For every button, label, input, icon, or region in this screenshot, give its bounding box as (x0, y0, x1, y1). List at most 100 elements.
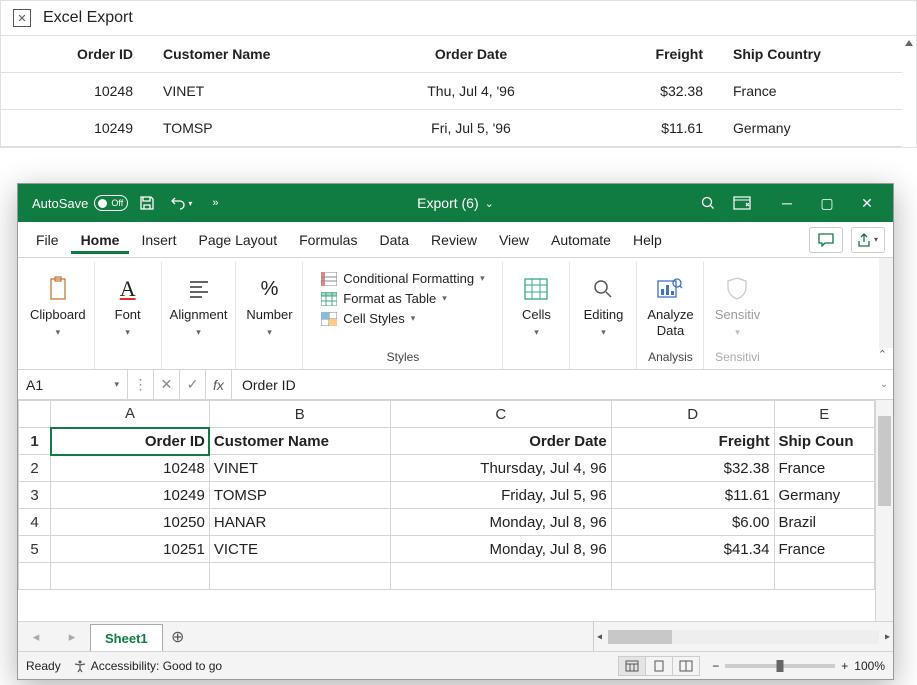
format-as-table-button[interactable]: Format as Table ▾ (321, 290, 484, 307)
zoom-level[interactable]: 100% (854, 659, 885, 673)
menu-insert[interactable]: Insert (131, 226, 186, 254)
titlebar[interactable]: AutoSave Off ▾ » Export (6) ⌄ ─ ▢ ✕ (18, 184, 893, 222)
zoom-out-button[interactable]: − (712, 659, 719, 673)
font-icon: A (114, 275, 142, 303)
table-icon (321, 292, 337, 306)
menu-view[interactable]: View (489, 226, 539, 254)
ribbon-scrollbar[interactable] (879, 258, 893, 348)
formula-bar: A1 ▾ ⋮ ✕ ✓ fx Order ID ⌄ (18, 370, 893, 400)
conditional-formatting-button[interactable]: Conditional Formatting ▾ (321, 270, 484, 287)
zoom-slider[interactable] (725, 664, 835, 668)
share-button[interactable]: ▾ (851, 227, 885, 253)
tab-prev-icon[interactable]: ◂ (18, 622, 54, 651)
font-button[interactable]: A Font ▾ (103, 275, 153, 338)
row-header[interactable]: 2 (19, 455, 51, 482)
cell-styles-icon (321, 312, 337, 326)
col-header-d[interactable]: D (611, 401, 774, 428)
vertical-scrollbar[interactable] (875, 400, 893, 621)
cell-d1[interactable]: Freight (611, 428, 774, 455)
spreadsheet[interactable]: A B C D E 1 Order ID Customer Name Order… (18, 400, 875, 590)
menu-page-layout[interactable]: Page Layout (188, 226, 287, 254)
col-header-c[interactable]: C (390, 401, 611, 428)
view-normal-button[interactable] (618, 656, 646, 676)
ribbon-mode-icon[interactable] (727, 188, 757, 218)
undo-icon[interactable]: ▾ (166, 188, 196, 218)
cell-c1[interactable]: Order Date (390, 428, 611, 455)
menu-help[interactable]: Help (623, 226, 672, 254)
cells-button[interactable]: Cells ▾ (511, 275, 561, 338)
row-header[interactable]: 3 (19, 482, 51, 509)
view-page-break-button[interactable] (672, 656, 700, 676)
clipboard-button[interactable]: Clipboard ▾ (30, 275, 86, 338)
comments-button[interactable] (809, 227, 843, 253)
accessibility-icon (73, 659, 87, 673)
fx-icon[interactable]: fx (206, 370, 232, 399)
col-header-b[interactable]: B (209, 401, 390, 428)
collapse-ribbon-icon[interactable]: ⌃ (874, 344, 891, 365)
cell-e1[interactable]: Ship Coun (774, 428, 875, 455)
analyze-icon (656, 275, 684, 303)
status-ready: Ready (26, 659, 61, 673)
editing-button[interactable]: Editing ▾ (578, 275, 628, 338)
cell-styles-button[interactable]: Cell Styles ▾ (321, 310, 484, 327)
search-icon[interactable] (693, 188, 723, 218)
row-header[interactable]: 4 (19, 509, 51, 536)
row-header-1[interactable]: 1 (19, 428, 51, 455)
col-header-e[interactable]: E (774, 401, 875, 428)
search-icon (589, 275, 617, 303)
grid-scrollbar[interactable] (902, 36, 916, 147)
cells-icon (522, 275, 550, 303)
col-order-id[interactable]: Order ID (1, 36, 151, 73)
analyze-data-button[interactable]: Analyze Data (645, 275, 695, 338)
panel-title: Excel Export (43, 9, 133, 27)
col-freight[interactable]: Freight (591, 36, 721, 73)
menubar: File Home Insert Page Layout Formulas Da… (18, 222, 893, 258)
fb-more-icon[interactable]: ⋮ (128, 370, 154, 399)
view-page-layout-button[interactable] (645, 656, 673, 676)
save-icon[interactable] (132, 188, 162, 218)
orders-grid: Order ID Customer Name Order Date Freigh… (1, 36, 916, 147)
excel-window: AutoSave Off ▾ » Export (6) ⌄ ─ ▢ ✕ File… (17, 183, 894, 680)
zoom-in-button[interactable]: + (841, 659, 848, 673)
cell-b1[interactable]: Customer Name (209, 428, 390, 455)
menu-formulas[interactable]: Formulas (289, 226, 367, 254)
menu-review[interactable]: Review (421, 226, 487, 254)
tab-next-icon[interactable]: ▸ (54, 622, 90, 651)
menu-home[interactable]: Home (71, 226, 130, 254)
zoom-control[interactable]: − + 100% (712, 659, 885, 673)
alignment-button[interactable]: Alignment ▾ (170, 275, 228, 338)
cancel-formula-icon[interactable]: ✕ (154, 370, 180, 399)
minimize-button[interactable]: ─ (767, 188, 807, 218)
horizontal-scrollbar[interactable]: ◂ ▸ (593, 622, 893, 651)
row-header[interactable]: 5 (19, 536, 51, 563)
add-sheet-button[interactable]: ⊕ (163, 622, 193, 651)
col-customer-name[interactable]: Customer Name (151, 36, 351, 73)
formula-input[interactable]: Order ID (232, 370, 875, 399)
chevron-down-icon: ▾ (114, 379, 119, 390)
conditional-formatting-icon (321, 272, 337, 286)
col-ship-country[interactable]: Ship Country (721, 36, 916, 73)
document-title[interactable]: Export (6) ⌄ (417, 195, 494, 211)
col-order-date[interactable]: Order Date (351, 36, 591, 73)
close-button[interactable]: ✕ (847, 188, 887, 218)
accessibility-status[interactable]: Accessibility: Good to go (73, 659, 222, 673)
cell-a1[interactable]: Order ID (51, 428, 210, 455)
expand-formula-bar-icon[interactable]: ⌄ (875, 370, 893, 399)
menu-file[interactable]: File (26, 226, 69, 254)
more-quick-access-icon[interactable]: » (200, 188, 230, 218)
close-panel-icon[interactable]: ✕ (13, 9, 31, 27)
grid-row[interactable]: 10249 TOMSP Fri, Jul 5, '96 $11.61 Germa… (1, 110, 916, 147)
maximize-button[interactable]: ▢ (807, 188, 847, 218)
sheet-tab-sheet1[interactable]: Sheet1 (90, 624, 163, 651)
number-button[interactable]: % Number ▾ (244, 275, 294, 338)
select-all-corner[interactable] (19, 401, 51, 428)
grid-row[interactable]: 10248 VINET Thu, Jul 4, '96 $32.38 Franc… (1, 73, 916, 110)
name-box[interactable]: A1 ▾ (18, 370, 128, 399)
menu-data[interactable]: Data (369, 226, 419, 254)
percent-icon: % (255, 275, 283, 303)
col-header-a[interactable]: A (51, 401, 210, 428)
enter-formula-icon[interactable]: ✓ (180, 370, 206, 399)
sensitivity-icon (723, 275, 751, 303)
autosave-toggle[interactable]: AutoSave Off (32, 195, 128, 211)
menu-automate[interactable]: Automate (541, 226, 621, 254)
